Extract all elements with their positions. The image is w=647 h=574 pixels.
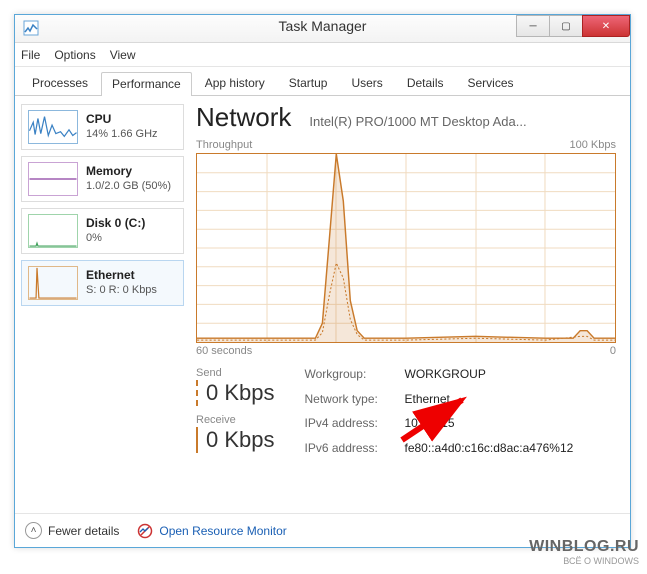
tile-ethernet[interactable]: Ethernet S: 0 R: 0 Kbps (21, 260, 184, 306)
tile-cpu[interactable]: CPU 14% 1.66 GHz (21, 104, 184, 150)
network-details: Workgroup:WORKGROUP Network type:Etherne… (305, 367, 574, 461)
nettype-label: Network type: (305, 392, 405, 413)
tile-ethernet-sub: S: 0 R: 0 Kbps (86, 284, 157, 296)
tab-bar: Processes Performance App history Startu… (15, 67, 630, 96)
chevron-up-icon: ˄ (25, 522, 42, 539)
workgroup-value: WORKGROUP (405, 367, 574, 388)
tile-disk[interactable]: Disk 0 (C:) 0% (21, 208, 184, 254)
throughput-label: Throughput (196, 139, 252, 151)
close-button[interactable]: ✕ (582, 15, 630, 37)
maximize-button[interactable]: ▢ (549, 15, 583, 37)
tab-details[interactable]: Details (396, 71, 455, 95)
tab-apphistory[interactable]: App history (194, 71, 276, 95)
main-title: Network (196, 102, 291, 133)
tab-performance[interactable]: Performance (101, 72, 192, 96)
ipv4-label: IPv4 address: (305, 416, 405, 437)
send-label: Send (196, 367, 275, 379)
watermark-line1: WINBLOG.RU (529, 538, 639, 556)
app-icon (23, 20, 39, 36)
task-manager-window: Task Manager ─ ▢ ✕ File Options View Pro… (14, 14, 631, 548)
open-resource-monitor-link[interactable]: Open Resource Monitor (137, 523, 286, 539)
fewer-details-label: Fewer details (48, 524, 119, 538)
watermark-line2: ВСЁ О WINDOWS (529, 556, 639, 566)
tab-services[interactable]: Services (457, 71, 525, 95)
monitor-icon (137, 523, 153, 539)
xleft-label: 60 seconds (196, 345, 252, 357)
window-title: Task Manager (279, 18, 367, 34)
adapter-name: Intel(R) PRO/1000 MT Desktop Ada... (309, 114, 526, 129)
ipv6-value: fe80::a4d0:c16c:d8ac:a476%12 (405, 441, 574, 462)
disk-spark-icon (28, 214, 78, 248)
tab-processes[interactable]: Processes (21, 71, 99, 95)
tile-memory-sub: 1.0/2.0 GB (50%) (86, 180, 171, 192)
nettype-value: Ethernet (405, 392, 574, 413)
ethernet-spark-icon (28, 266, 78, 300)
tile-ethernet-title: Ethernet (86, 268, 135, 282)
tab-users[interactable]: Users (340, 71, 393, 95)
xright-label: 0 (610, 345, 616, 357)
workgroup-label: Workgroup: (305, 367, 405, 388)
menubar: File Options View (15, 43, 630, 67)
throughput-chart: Throughput 100 Kbps 60 seconds (196, 139, 616, 357)
tile-cpu-sub: 14% 1.66 GHz (86, 128, 158, 140)
tab-startup[interactable]: Startup (278, 71, 339, 95)
tile-cpu-title: CPU (86, 112, 111, 126)
tile-memory-title: Memory (86, 164, 132, 178)
receive-value: 0 Kbps (196, 427, 275, 453)
main-panel: Network Intel(R) PRO/1000 MT Desktop Ada… (190, 96, 630, 516)
menu-file[interactable]: File (21, 48, 40, 62)
titlebar: Task Manager ─ ▢ ✕ (15, 15, 630, 43)
menu-view[interactable]: View (110, 48, 136, 62)
tile-disk-sub: 0% (86, 232, 102, 244)
menu-options[interactable]: Options (54, 48, 95, 62)
send-receive-block: Send 0 Kbps Receive 0 Kbps (196, 367, 275, 461)
tile-memory[interactable]: Memory 1.0/2.0 GB (50%) (21, 156, 184, 202)
fewer-details-button[interactable]: ˄ Fewer details (25, 522, 119, 539)
send-value: 0 Kbps (196, 380, 275, 406)
cpu-spark-icon (28, 110, 78, 144)
tile-disk-title: Disk 0 (C:) (86, 216, 145, 230)
ipv4-value: 10.0.2.15 (405, 416, 574, 437)
ipv6-label: IPv6 address: (305, 441, 405, 462)
watermark: WINBLOG.RU ВСЁ О WINDOWS (529, 538, 639, 566)
receive-label: Receive (196, 414, 275, 426)
sidebar: CPU 14% 1.66 GHz Memory 1.0/2.0 GB (50%) D… (15, 96, 190, 516)
minimize-button[interactable]: ─ (516, 15, 550, 37)
memory-spark-icon (28, 162, 78, 196)
ymax-label: 100 Kbps (570, 139, 616, 151)
orm-label: Open Resource Monitor (159, 524, 286, 538)
